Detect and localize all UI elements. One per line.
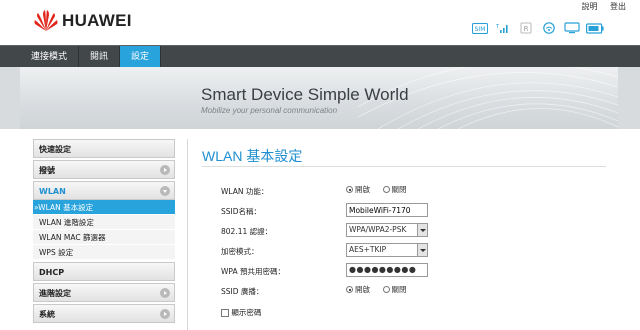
main-content: WLAN 基本設定 WLAN 功能： 開啟 關閉 SSID名稱： 802.11 …	[187, 139, 609, 330]
header: HUAWEI 說明 登出 SIM T R	[0, 0, 640, 45]
title-divider	[202, 166, 606, 167]
row-ssid-name: SSID名稱：	[221, 203, 601, 219]
show-password-control: 顯示密碼	[221, 307, 261, 318]
wlan-on-radio[interactable]	[346, 186, 353, 193]
main-nav: 連接模式 閱訊 設定	[0, 45, 640, 68]
sidebar-item-label: 進階設定	[39, 289, 71, 298]
nav-connection-mode[interactable]: 連接模式	[20, 46, 80, 68]
sim-icon: SIM	[471, 22, 489, 34]
wlan-off-label: 關閉	[391, 185, 407, 194]
chevron-right-icon	[160, 165, 170, 175]
wifi-icon	[540, 22, 558, 34]
svg-text:T: T	[496, 24, 500, 30]
brand-name: HUAWEI	[62, 11, 132, 30]
wlan-function-control: 開啟 關閉	[346, 184, 417, 195]
battery-icon	[586, 22, 604, 34]
sidebar-item-label: 系統	[39, 310, 55, 319]
logout-link[interactable]: 登出	[610, 2, 626, 11]
sidebar-subitem-wlan-advanced[interactable]: WLAN 進階設定	[33, 215, 175, 230]
row-wlan-function: WLAN 功能： 開啟 關閉	[221, 184, 601, 200]
sidebar-subitem-wlan-mac-filter[interactable]: WLAN MAC 篩選器	[33, 230, 175, 245]
chevron-right-icon	[160, 309, 170, 319]
wlan-on-label: 開啟	[355, 185, 370, 194]
sidebar-item-label: 快速設定	[39, 145, 71, 154]
wpa-key-label: WPA 預共用密碼：	[221, 267, 285, 276]
top-links: 說明 登出	[571, 1, 626, 12]
row-show-password: 顯示密碼	[221, 305, 601, 321]
row-encryption: 加密模式： AES+TKIP	[221, 243, 601, 259]
huawei-logo-icon	[34, 10, 58, 31]
sidebar-item-label: DHCP	[39, 268, 65, 277]
wlan-submenu: »WLAN 基本設定 WLAN 進階設定 WLAN MAC 篩選器 WPS 設定	[33, 200, 175, 260]
sidebar-item-label: 撥號	[39, 166, 55, 175]
encryption-select[interactable]: AES+TKIP	[346, 243, 428, 257]
help-link[interactable]: 說明	[581, 2, 597, 11]
standard-label: 802.11 認證：	[221, 227, 273, 236]
encryption-label: 加密模式：	[221, 247, 259, 256]
encryption-select-value: AES+TKIP	[349, 245, 387, 254]
banner-panel: Smart Device Simple World Mobilize your …	[20, 67, 618, 129]
nav-sms[interactable]: 閱訊	[79, 46, 121, 68]
sidebar-subitem-wps[interactable]: WPS 設定	[33, 245, 175, 260]
wlan-function-label: WLAN 功能：	[221, 187, 269, 196]
sidebar-item-advanced[interactable]: 進階設定	[33, 283, 175, 302]
computer-icon	[563, 22, 581, 34]
banner: Smart Device Simple World Mobilize your …	[0, 67, 640, 129]
page-title: WLAN 基本設定	[202, 148, 303, 164]
show-password-label: 顯示密碼	[231, 308, 262, 317]
sidebar-item-system[interactable]: 系統	[33, 304, 175, 323]
signal-icon: T	[494, 22, 512, 34]
nav-settings[interactable]: 設定	[120, 46, 162, 68]
standard-select[interactable]: WPA/WPA2-PSK	[346, 223, 428, 237]
wlan-off-radio[interactable]	[382, 186, 390, 193]
sidebar-item-dialup[interactable]: 撥號	[33, 160, 175, 179]
sidebar: 快速設定 撥號 WLAN »WLAN 基本設定 WLAN 進階設定 WLAN M…	[33, 139, 175, 325]
standard-select-value: WPA/WPA2-PSK	[349, 225, 407, 234]
ssid-broadcast-label: SSID 廣播：	[221, 287, 264, 296]
sidebar-item-quick-setup[interactable]: 快速設定	[33, 139, 175, 158]
row-standard: 802.11 認證： WPA/WPA2-PSK	[221, 223, 601, 239]
broadcast-on-label: 開啟	[355, 285, 370, 294]
wpa-key-input[interactable]: ●●●●●●●●●	[346, 263, 428, 277]
show-password-checkbox[interactable]	[221, 308, 229, 317]
sidebar-subitem-wlan-basic[interactable]: »WLAN 基本設定	[33, 200, 175, 215]
ssid-name-input[interactable]	[346, 203, 428, 217]
banner-subtitle: Mobilize your personal communication	[201, 106, 338, 115]
roaming-icon: R	[517, 22, 535, 34]
chevron-down-icon	[417, 244, 427, 256]
chevron-down-icon	[160, 186, 170, 196]
chevron-right-icon	[160, 288, 170, 298]
broadcast-off-radio[interactable]	[382, 286, 390, 293]
sidebar-item-label: WLAN	[39, 187, 66, 196]
chevron-down-icon	[417, 224, 427, 236]
sidebar-item-wlan[interactable]: WLAN	[33, 181, 175, 200]
broadcast-off-label: 關閉	[391, 285, 407, 294]
status-icons: SIM T R	[471, 21, 604, 35]
row-wpa-key: WPA 預共用密碼： ●●●●●●●●●	[221, 263, 601, 279]
svg-text:R: R	[524, 25, 529, 33]
broadcast-on-radio[interactable]	[346, 286, 353, 293]
row-ssid-broadcast: SSID 廣播： 開啟 關閉	[221, 284, 601, 300]
svg-text:SIM: SIM	[475, 26, 486, 33]
sidebar-item-dhcp[interactable]: DHCP	[33, 262, 175, 281]
ssid-name-label: SSID名稱：	[221, 207, 262, 216]
banner-title: Smart Device Simple World	[201, 85, 409, 104]
